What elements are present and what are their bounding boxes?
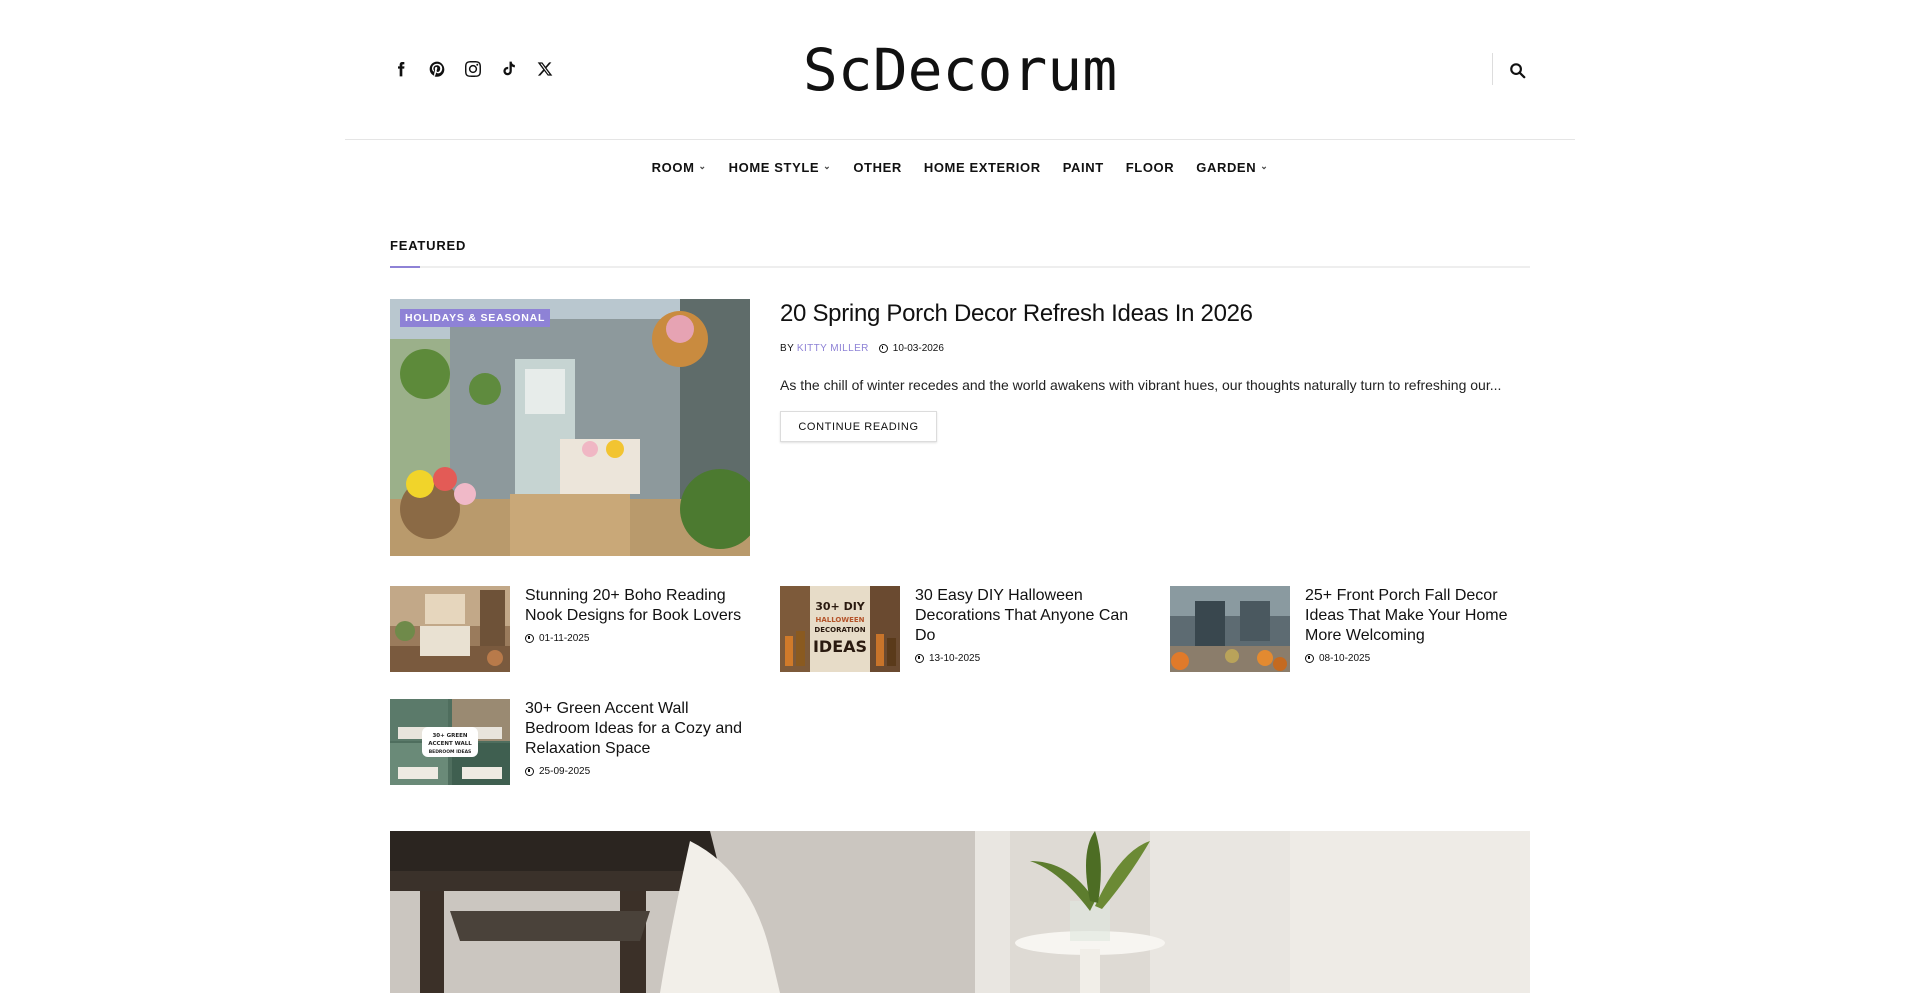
nav-item-other[interactable]: OTHER xyxy=(853,160,902,175)
post-date: 25-09-2025 xyxy=(539,766,591,777)
section-title: FEATURED xyxy=(390,238,467,253)
clock-icon xyxy=(878,344,888,353)
featured-post-image[interactable]: HOLIDAYS & SEASONAL xyxy=(390,299,750,556)
site-logo-text[interactable]: ScDecorum xyxy=(803,36,1117,104)
thumb-text: 30+ GREEN xyxy=(432,733,467,739)
featured-post-title[interactable]: 20 Spring Porch Decor Refresh Ideas In 2… xyxy=(780,300,1253,328)
social-links xyxy=(390,58,556,80)
search-icon[interactable] xyxy=(1505,58,1529,82)
nav-item-label: HOME EXTERIOR xyxy=(923,160,1041,175)
nav-item-floor[interactable]: FLOOR xyxy=(1126,160,1175,175)
post-title[interactable]: Stunning 20+ Boho Reading Nook Designs f… xyxy=(525,586,750,626)
post-date: 08-10-2025 xyxy=(1319,653,1371,664)
nav-item-label: HOME STYLE xyxy=(728,160,820,175)
nav-item-home-exterior[interactable]: HOME EXTERIOR xyxy=(924,160,1041,175)
post-thumbnail[interactable]: 30+ GREEN ACCENT WALL BEDROOM IDEAS xyxy=(390,699,510,785)
post-thumbnail[interactable]: 30+ DIY HALLOWEEN DECORATION IDEAS xyxy=(780,586,900,672)
thumb-text: IDEAS xyxy=(813,637,867,656)
post-title[interactable]: 30+ Green Accent Wall Bedroom Ideas for … xyxy=(525,699,750,759)
featured-post-meta: BY KITTY MILLER 10-03-2026 xyxy=(780,343,944,354)
post-card: 30+ GREEN ACCENT WALL BEDROOM IDEAS 30+ … xyxy=(390,699,760,785)
nav-item-label: GARDEN xyxy=(1196,160,1257,175)
clock-icon xyxy=(915,654,924,663)
main-nav: ROOM ⌄ HOME STYLE ⌄ OTHER HOME EXTERIOR PA… xyxy=(0,160,1920,175)
nav-item-home-style[interactable]: HOME STYLE ⌄ xyxy=(729,160,832,175)
thumb-text: BEDROOM IDEAS xyxy=(429,749,472,755)
facebook-icon[interactable] xyxy=(390,58,412,80)
post-date: 10-03-2026 xyxy=(892,343,944,354)
nav-item-paint[interactable]: PAINT xyxy=(1063,160,1104,175)
post-card: 25+ Front Porch Fall Decor Ideas That Ma… xyxy=(1170,586,1540,672)
continue-reading-button[interactable]: CONTINUE READING xyxy=(780,411,937,442)
post-thumbnail[interactable] xyxy=(1170,586,1290,672)
post-date: 01-11-2025 xyxy=(539,633,590,644)
post-thumbnail[interactable] xyxy=(390,586,510,672)
section-title-underline xyxy=(390,266,420,268)
post-date-row: 08-10-2025 xyxy=(1305,653,1370,664)
nav-item-garden[interactable]: GARDEN ⌄ xyxy=(1196,160,1268,175)
post-card: Stunning 20+ Boho Reading Nook Designs f… xyxy=(390,586,760,672)
thumb-text: 30+ DIY xyxy=(815,600,866,613)
post-date-row: 25-09-2025 xyxy=(525,766,590,777)
featured-section-header: FEATURED xyxy=(390,238,1530,268)
nav-item-label: PAINT xyxy=(1062,160,1104,175)
post-title[interactable]: 25+ Front Porch Fall Decor Ideas That Ma… xyxy=(1305,586,1530,646)
thumb-text: DECORATION xyxy=(814,626,865,634)
pinterest-icon[interactable] xyxy=(426,58,448,80)
chevron-down-icon: ⌄ xyxy=(823,161,832,171)
tiktok-icon[interactable] xyxy=(498,58,520,80)
chevron-down-icon: ⌄ xyxy=(1260,161,1269,171)
instagram-icon[interactable] xyxy=(462,58,484,80)
nav-item-room[interactable]: ROOM ⌄ xyxy=(652,160,707,175)
clock-icon xyxy=(525,634,534,643)
post-title[interactable]: 30 Easy DIY Halloween Decorations That A… xyxy=(915,586,1140,646)
site-header: ScDecorum xyxy=(345,0,1575,140)
author-link[interactable]: KITTY MILLER xyxy=(797,343,869,354)
post-date-row: 01-11-2025 xyxy=(525,633,589,644)
clock-icon xyxy=(1305,654,1314,663)
nav-item-label: ROOM xyxy=(651,160,695,175)
hero-post-image[interactable] xyxy=(390,831,1530,993)
post-date: 13-10-2025 xyxy=(929,653,981,664)
category-badge[interactable]: HOLIDAYS & SEASONAL xyxy=(400,309,551,327)
nav-item-label: OTHER xyxy=(853,160,902,175)
post-date-row: 13-10-2025 xyxy=(915,653,980,664)
chevron-down-icon: ⌄ xyxy=(698,161,707,171)
clock-icon xyxy=(525,767,534,776)
thumb-text: ACCENT WALL xyxy=(428,741,472,747)
post-card: 30+ DIY HALLOWEEN DECORATION IDEAS 30 Ea… xyxy=(780,586,1150,672)
thumb-text: HALLOWEEN xyxy=(815,616,864,624)
x-icon[interactable] xyxy=(534,58,556,80)
by-label: BY xyxy=(780,343,795,354)
nav-item-label: FLOOR xyxy=(1125,160,1175,175)
featured-post-excerpt: As the chill of winter recedes and the w… xyxy=(780,377,1502,393)
search-divider xyxy=(1492,53,1493,85)
